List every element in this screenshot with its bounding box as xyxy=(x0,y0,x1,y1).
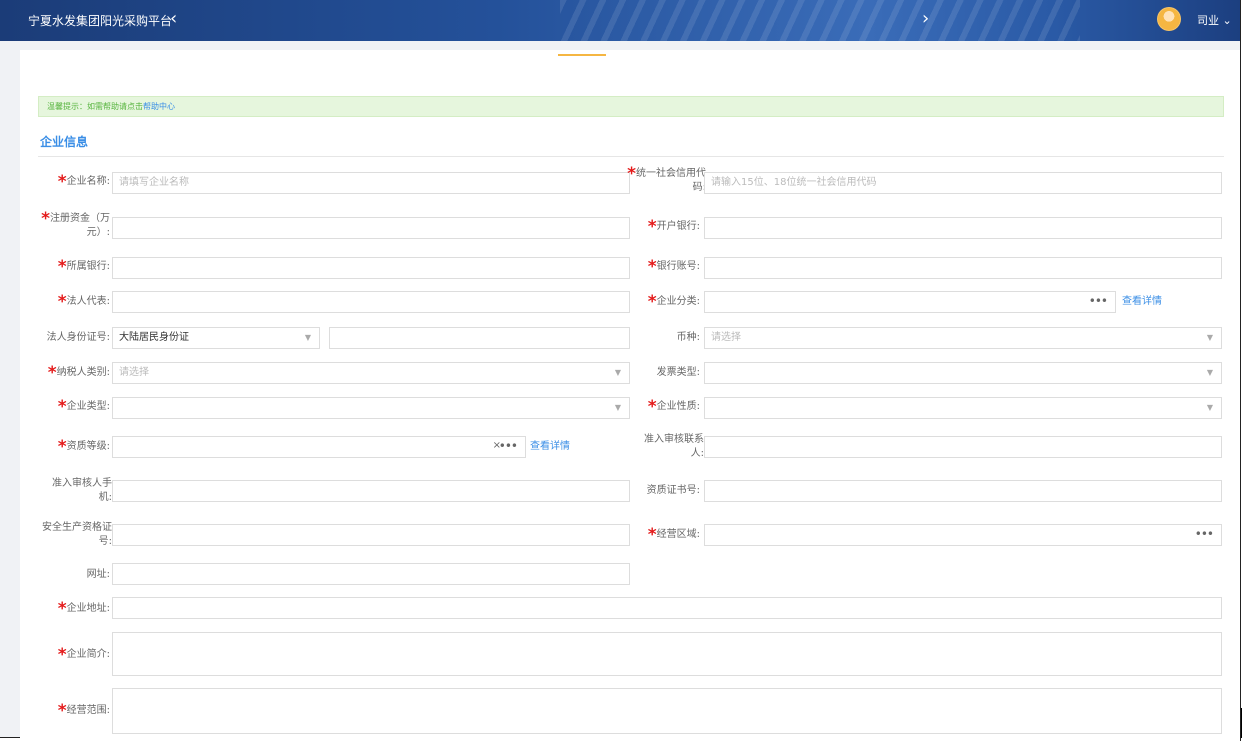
safety-cert-label: 安全生产资格证号: xyxy=(42,522,112,547)
chevron-right-icon[interactable]: › xyxy=(922,8,929,29)
chevron-left-icon[interactable]: ‹ xyxy=(170,8,177,29)
help-tip: 温馨提示：如需帮助请点击帮助中心 xyxy=(38,96,1224,117)
more-icon[interactable]: ••• xyxy=(1195,524,1214,544)
credit-code-input[interactable]: 请输入15位、18位统一社会信用代码 xyxy=(704,172,1222,194)
company-nature-label: *企业性质: xyxy=(647,397,700,417)
invoice-type-label: 发票类型: xyxy=(656,367,700,378)
company-type-label: *企业类型: xyxy=(57,397,110,417)
taxpayer-type-select[interactable]: 请选择 ▼ xyxy=(112,362,630,384)
qualification-label: *资质等级: xyxy=(57,437,110,457)
window-edge xyxy=(1240,0,1249,741)
cert-no-input[interactable] xyxy=(704,480,1222,502)
audit-phone-label: 准入审核人手机: xyxy=(52,478,112,503)
category-label: *企业分类: xyxy=(647,292,700,312)
company-name-input[interactable]: 请填写企业名称 xyxy=(112,172,630,194)
qualification-input[interactable]: × ••• xyxy=(112,436,526,458)
more-icon[interactable]: ••• xyxy=(499,436,518,456)
avatar[interactable] xyxy=(1157,7,1181,31)
platform-title: 宁夏水发集团阳光采购平台 xyxy=(28,14,173,28)
bank-input[interactable] xyxy=(704,217,1222,239)
scope-textarea[interactable] xyxy=(112,688,1222,734)
website-label: 网址: xyxy=(86,569,110,580)
form-panel: 温馨提示：如需帮助请点击帮助中心 企业信息 *企业名称: 请填写企业名称 *统一… xyxy=(20,50,1240,738)
top-header: 宁夏水发集团阳光采购平台 ‹ › 司业 ⌄ xyxy=(0,0,1240,41)
reg-capital-label: *注册资金（万元）: xyxy=(41,209,110,239)
category-input[interactable]: ••• xyxy=(704,291,1116,313)
legal-id-number-input[interactable] xyxy=(329,327,630,349)
qualification-detail-link[interactable]: 查看详情 xyxy=(530,436,570,458)
reg-capital-input[interactable] xyxy=(112,217,630,239)
dropdown-arrow-icon: ▼ xyxy=(1206,368,1213,377)
header-decoration xyxy=(560,0,1080,41)
currency-select[interactable]: 请选择 ▼ xyxy=(704,327,1222,349)
intro-label: *企业简介: xyxy=(57,645,110,665)
legal-rep-input[interactable] xyxy=(112,291,630,313)
scope-label: *经营范围: xyxy=(57,701,110,721)
audit-contact-label: 准入审核联系人: xyxy=(644,434,704,459)
invoice-type-select[interactable]: ▼ xyxy=(704,362,1222,384)
category-detail-link[interactable]: 查看详情 xyxy=(1122,291,1162,313)
dropdown-arrow-icon: ▼ xyxy=(614,368,621,377)
website-input[interactable] xyxy=(112,563,630,585)
parent-bank-label: *所属银行: xyxy=(57,257,110,277)
dropdown-arrow-icon: ▼ xyxy=(1206,403,1213,412)
audit-phone-input[interactable] xyxy=(112,480,630,502)
section-title: 企业信息 xyxy=(40,135,89,149)
legal-rep-label: *法人代表: xyxy=(57,292,110,312)
intro-textarea[interactable] xyxy=(112,632,1222,676)
address-input[interactable] xyxy=(112,597,1222,619)
parent-bank-input[interactable] xyxy=(112,257,630,279)
dropdown-arrow-icon: ▼ xyxy=(1206,333,1213,342)
dropdown-arrow-icon: ▼ xyxy=(304,333,311,342)
help-center-link[interactable]: 帮助中心 xyxy=(143,102,175,111)
bank-account-label: *银行账号: xyxy=(647,257,700,277)
safety-cert-input[interactable] xyxy=(112,524,630,546)
section-divider xyxy=(38,156,1224,157)
company-name-label: *企业名称: xyxy=(57,172,110,192)
cert-no-label: 资质证书号: xyxy=(646,485,700,496)
business-area-input[interactable]: ••• xyxy=(704,524,1222,546)
more-icon[interactable]: ••• xyxy=(1089,291,1108,311)
active-tab-indicator xyxy=(558,54,606,56)
bank-account-input[interactable] xyxy=(704,257,1222,279)
business-area-label: *经营区域: xyxy=(647,525,700,545)
legal-id-label: 法人身份证号: xyxy=(46,332,110,343)
taxpayer-type-label: *纳税人类别: xyxy=(47,363,110,383)
company-type-select[interactable]: ▼ xyxy=(112,397,630,419)
audit-contact-input[interactable] xyxy=(704,436,1222,458)
dropdown-arrow-icon: ▼ xyxy=(614,403,621,412)
company-nature-select[interactable]: ▼ xyxy=(704,397,1222,419)
bank-label: *开户银行: xyxy=(647,217,700,237)
legal-id-type-select[interactable]: 大陆居民身份证 ▼ xyxy=(112,327,320,349)
credit-code-label: *统一社会信用代码: xyxy=(627,164,706,194)
user-menu[interactable]: 司业 ⌄ xyxy=(1197,12,1232,28)
address-label: *企业地址: xyxy=(57,599,110,619)
help-tip-text: 温馨提示：如需帮助请点击 xyxy=(47,102,143,111)
currency-label: 币种: xyxy=(676,332,700,343)
